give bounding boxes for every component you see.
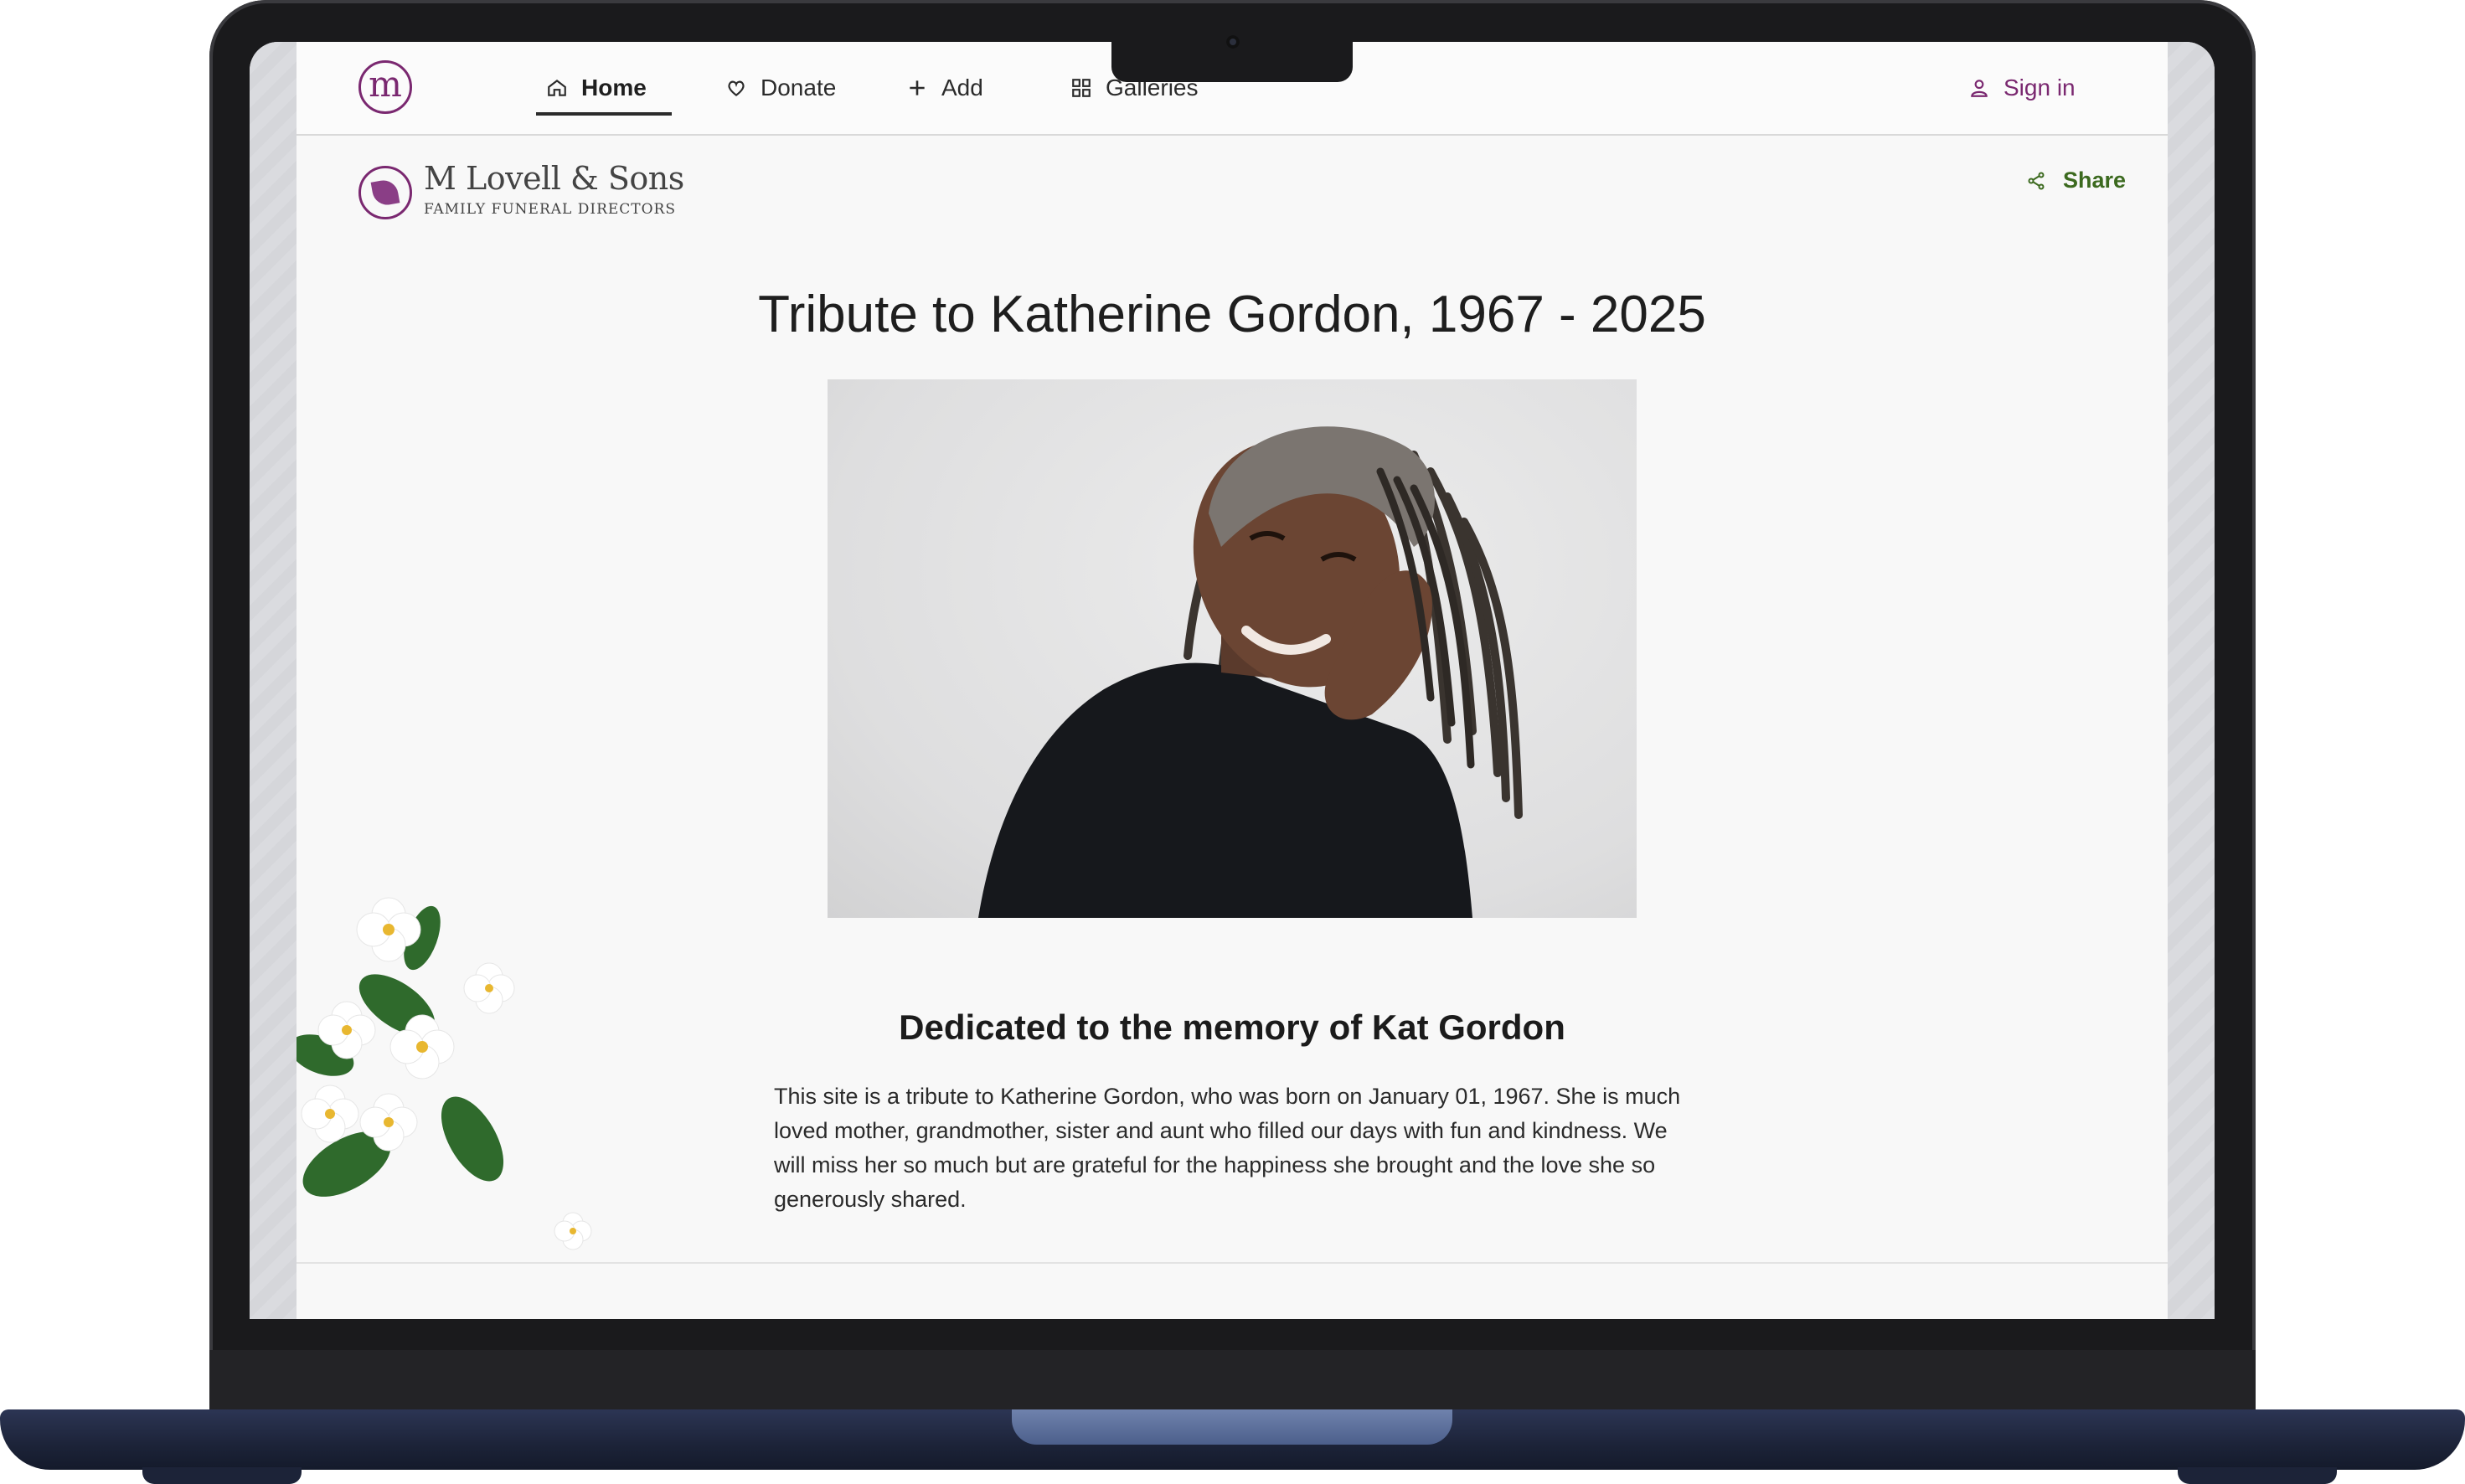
brand-name: M Lovell & Sons [424,160,684,197]
laptop-foot-left [142,1467,302,1484]
tribute-page: m Home Donate Add Galleries Sign in M Lo… [297,42,2168,1319]
laptop-chin [209,1350,2256,1410]
share-icon [2028,172,2045,189]
grid-icon [1072,79,1091,97]
tribute-bio: This site is a tribute to Katherine Gord… [774,1084,1681,1212]
jasmine-flowers-decoration [297,897,592,1250]
sign-in-label: Sign in [2003,75,2076,100]
nav-item-home[interactable]: Home [546,60,647,116]
webcam-icon [1226,35,1240,49]
active-tab-indicator [536,112,672,116]
sign-in-link[interactable]: Sign in [1968,60,2076,116]
leaf-logo-icon [358,166,412,219]
side-pattern-right [2168,42,2215,1319]
plus-icon [910,80,925,95]
nav-item-label: Home [581,75,647,100]
laptop-foot-right [2178,1467,2337,1484]
laptop-hinge [1012,1409,1452,1445]
funeral-director-brand[interactable]: M Lovell & Sons FAMILY FUNERAL DIRECTORS [358,159,684,219]
laptop-screen: m Home Donate Add Galleries Sign in M Lo… [250,42,2215,1319]
nav-item-add[interactable]: Add [906,60,983,116]
brand-subtitle: FAMILY FUNERAL DIRECTORS [424,201,677,218]
home-icon [548,79,566,96]
heart-icon [728,80,745,97]
nav-item-donate[interactable]: Donate [725,60,836,116]
page-title: Tribute to Katherine Gordon, 1967 - 2025 [758,285,1706,343]
nav-item-label: Donate [761,75,837,100]
user-icon [1971,80,1988,97]
portrait-illustration [978,426,1523,918]
site-logo[interactable]: m [358,60,412,114]
share-label: Share [2062,167,2126,193]
side-pattern-left [250,42,297,1319]
nav-item-label: Add [941,75,983,100]
share-button[interactable]: Share [2026,167,2126,193]
portrait-photo [828,379,1637,918]
